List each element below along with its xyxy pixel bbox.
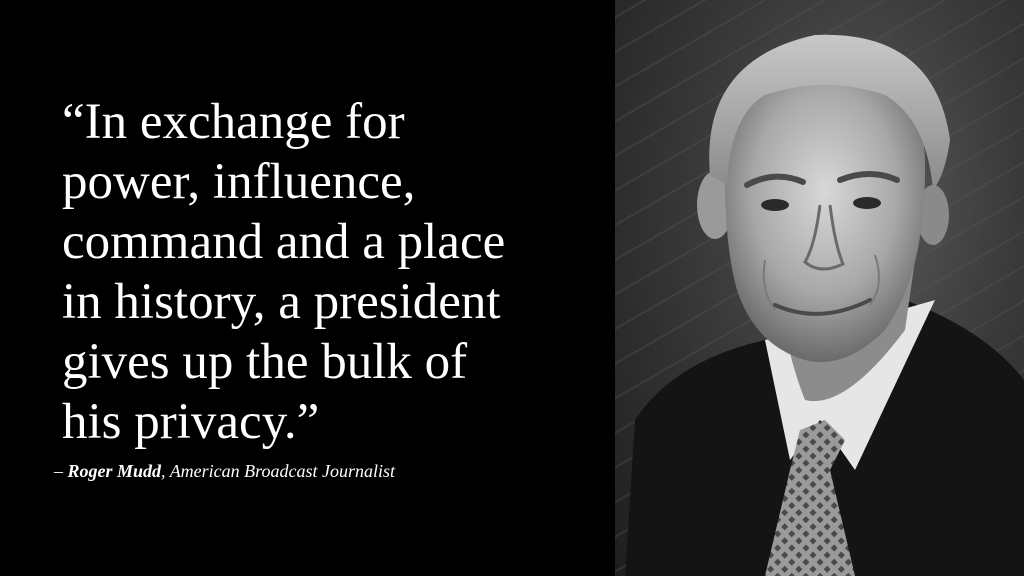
attribution-name: Roger Mudd [67, 461, 162, 481]
quote-line: his privacy.” [62, 394, 320, 450]
attribution: – Roger Mudd, American Broadcast Journal… [54, 461, 395, 482]
quote-line: in history, a president [62, 274, 501, 330]
left-eye [761, 199, 789, 211]
quote-line: power, influence, [62, 154, 416, 210]
quote-line: command and a place [62, 214, 506, 270]
attribution-dash: – [54, 461, 68, 481]
quote-text: “In exchange for power, influence, comma… [62, 92, 607, 452]
quote-slide: “In exchange for power, influence, comma… [0, 0, 1024, 576]
quote-line: “In exchange for [62, 94, 405, 150]
portrait-photo [615, 0, 1024, 576]
quote-panel: “In exchange for power, influence, comma… [0, 0, 615, 576]
right-eye [853, 197, 881, 209]
portrait-illustration [615, 0, 1024, 576]
attribution-title: , American Broadcast Journalist [161, 461, 395, 481]
quote-line: gives up the bulk of [62, 334, 468, 390]
